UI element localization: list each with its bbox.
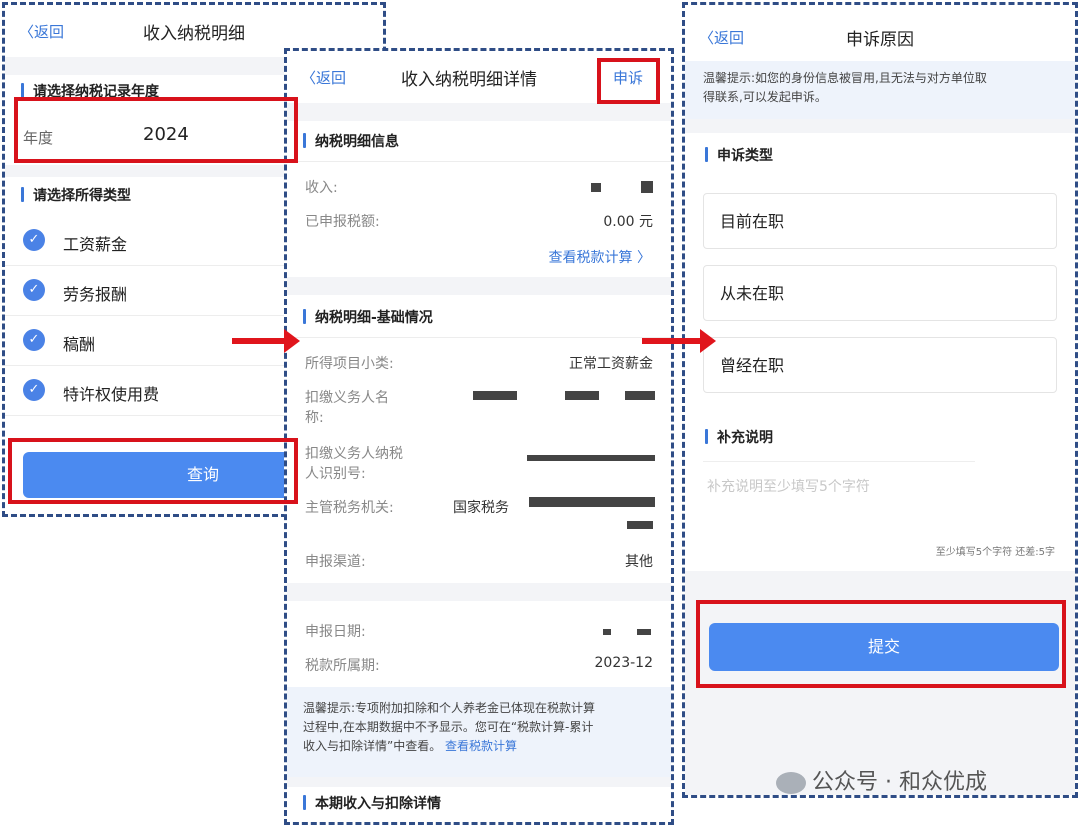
type-section-title: 请选择所得类型 [21,185,131,205]
redacted-value [473,391,517,400]
highlight-year-row [14,97,298,163]
divider [287,337,671,338]
highlight-query-button [8,438,298,504]
withholder-id-label: 人识别号: [305,466,366,482]
supplement-input[interactable]: 补充说明至少填写5个字符 [703,461,975,510]
redacted-value [625,391,655,400]
tip-text: 温馨提示:如您的身份信息被冒用,且无法与对方单位取 [703,71,987,85]
redacted-value [591,183,601,192]
item-subcategory-value: 正常工资薪金 [569,356,653,372]
appeal-type-section: 申诉类型 [705,145,773,165]
redacted-value [637,629,651,635]
declare-date-label: 申报日期: [305,624,366,640]
income-label: 收入: [305,180,338,196]
channel-value: 其他 [625,554,653,570]
page-title: 申诉原因 [846,30,914,50]
wechat-icon [776,772,806,794]
checkmark-icon: ✓ [23,229,45,251]
tip-text: 得联系,可以发起申诉。 [703,90,827,104]
view-tax-calc-link[interactable]: 查看税款计算 〉 [549,247,651,267]
highlight-submit-button [696,600,1066,688]
divider [287,161,671,162]
tip-text: 温馨提示:专项附加扣除和个人养老金已体现在税款计算 [303,701,596,715]
supplement-section: 补充说明 [705,427,773,447]
tip-text: 过程中,在本期数据中不予显示。您可在“税款计算-累计 [303,720,594,734]
highlight-appeal-button [597,58,660,104]
chevron-right-icon: 〉 [637,250,651,266]
channel-label: 申报渠道: [305,554,366,570]
redacted-value [565,391,599,400]
section-tax-info: 纳税明细信息 [303,131,399,151]
tax-authority-label: 主管税务机关: [305,500,394,516]
tip-text: 收入与扣除详情”中查看。 [303,739,442,753]
supplement-placeholder: 补充说明至少填写5个字符 [707,479,870,495]
appeal-option[interactable]: 目前在职 [703,193,1057,249]
item-subcategory-label: 所得项目小类: [305,356,394,372]
view-tax-calc-link[interactable]: 查看税款计算 [445,739,517,753]
spacer [287,103,671,121]
page-title: 收入纳税明细 [143,24,245,44]
tax-period-label: 税款所属期: [305,658,380,674]
appeal-option[interactable]: 从未在职 [703,265,1057,321]
appeal-option[interactable]: 曾经在职 [703,337,1057,393]
spacer [287,777,671,787]
arrow-right-icon [232,329,300,353]
type-label: 特许权使用费 [63,385,160,404]
type-label: 劳务报酬 [63,285,128,304]
redacted-value [641,181,653,193]
arrow-right-icon [642,329,716,353]
tip-box: 温馨提示:如您的身份信息被冒用,且无法与对方单位取 得联系,可以发起申诉。 [685,61,1075,119]
tax-period-value: 2023-12 [594,655,654,671]
watermark: 公众号 · 和众优成 [776,764,987,796]
checkmark-icon: ✓ [23,329,45,351]
spacer [287,277,671,295]
withholder-name-label: 扣缴义务人名 [305,390,389,406]
tip-box: 温馨提示:专项附加扣除和个人养老金已体现在税款计算 过程中,在本期数据中不予显示… [287,687,671,777]
declared-tax-label: 已申报税额: [305,214,380,230]
type-label: 稿酬 [63,335,96,354]
checkmark-icon: ✓ [23,279,45,301]
redacted-value [527,455,655,461]
income-tax-detail-screen: 〈返回 收入纳税明细详情 申诉 纳税明细信息 收入: 已申报税额: 0.00 元… [284,48,674,825]
tax-authority-value: 国家税务 [453,500,509,516]
section-basic-info: 纳税明细-基础情况 [303,307,433,327]
type-label: 工资薪金 [63,235,128,254]
section-income-deductions: 本期收入与扣除详情 [303,793,441,813]
redacted-value [529,497,655,507]
spacer [685,119,1075,133]
redacted-value [603,629,611,635]
withholder-id-label: 扣缴义务人纳税 [305,446,403,462]
char-counter: 至少填写5个字符 还差:5字 [935,547,1055,558]
checkmark-icon: ✓ [23,379,45,401]
withholder-name-label: 称: [305,410,324,426]
nav-bar: 〈返回 申诉原因 [685,5,1075,57]
spacer [287,583,671,601]
redacted-value [627,521,653,529]
declared-tax-value: 0.00 元 [603,214,653,230]
